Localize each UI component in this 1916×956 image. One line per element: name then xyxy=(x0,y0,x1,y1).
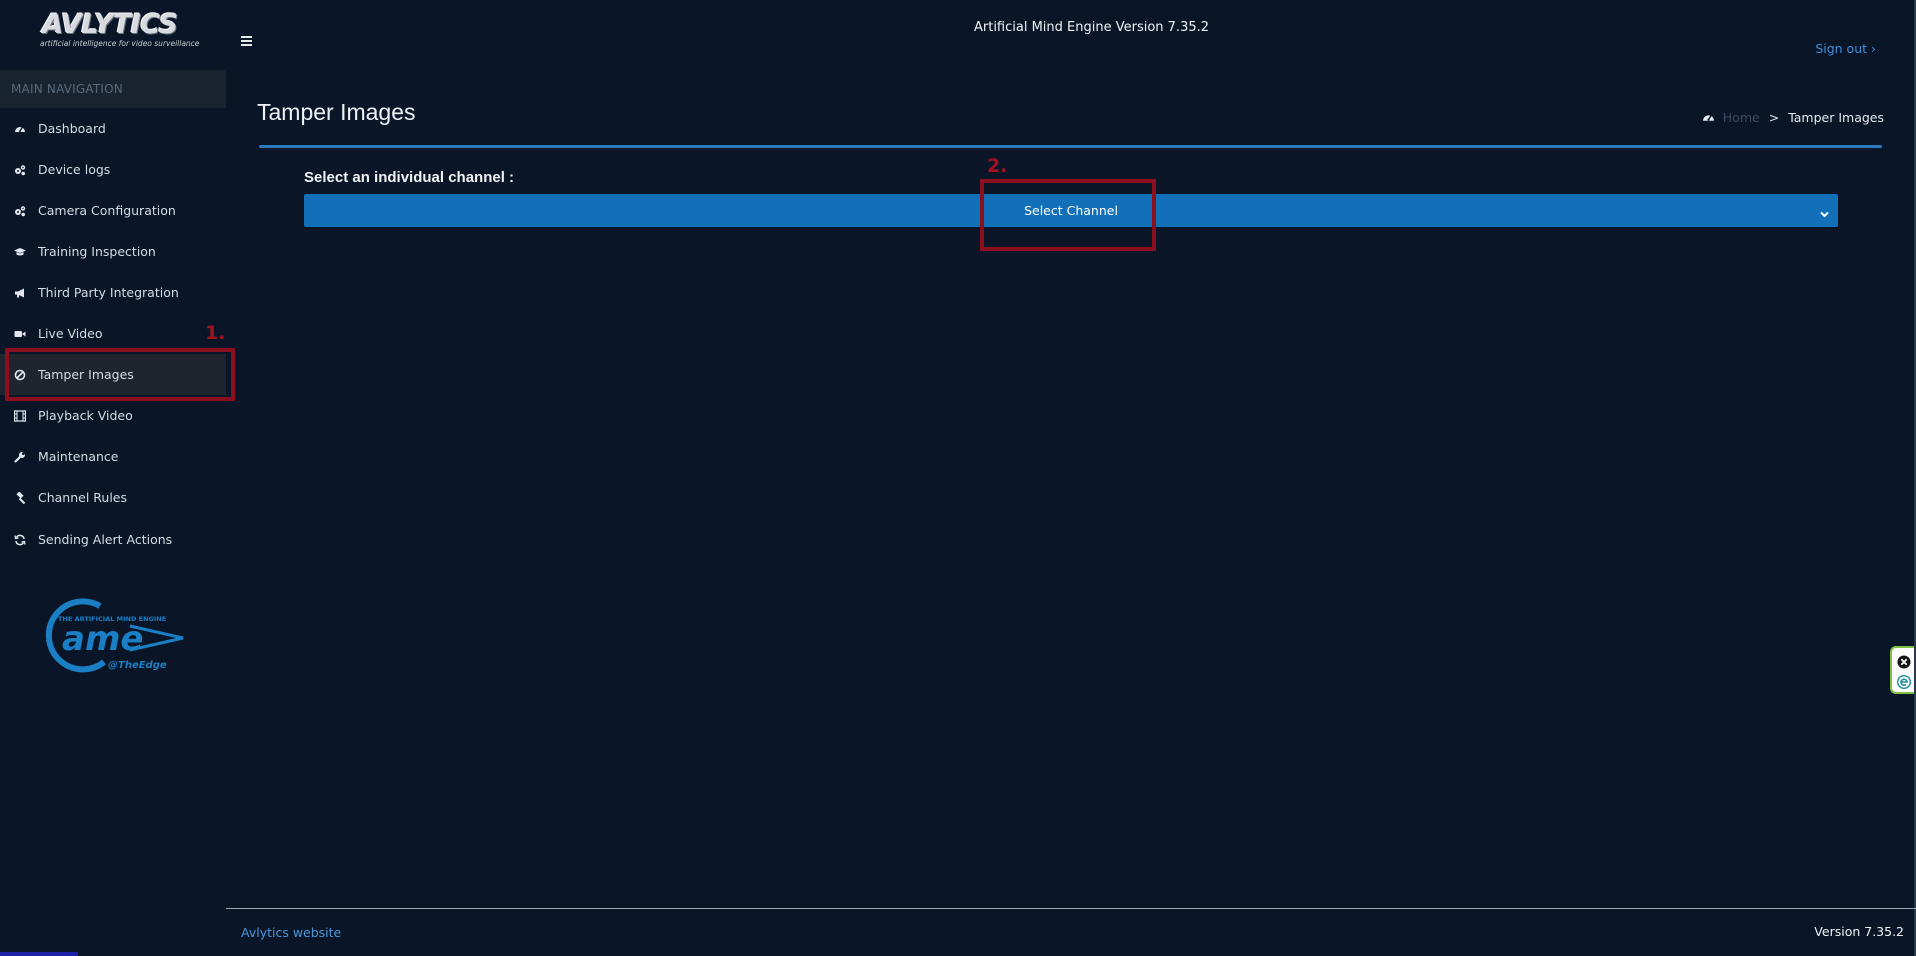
annotation-box-step-2 xyxy=(980,179,1156,251)
sidebar-item-label: Camera Configuration xyxy=(38,203,176,218)
breadcrumb-current: Tamper Images xyxy=(1788,110,1884,125)
signout-link[interactable]: Sign out › xyxy=(1815,41,1876,56)
sidebar-item-device-logs[interactable]: Device logs xyxy=(0,149,226,190)
footer-divider xyxy=(226,908,1916,909)
taskbar-strip xyxy=(0,952,78,956)
sidebar-item-label: Playback Video xyxy=(38,408,133,423)
logo-word: AVLYTICS xyxy=(42,9,178,40)
logo-tagline: artificial intelligence for video survei… xyxy=(40,39,200,48)
sidebar-item-dashboard[interactable]: Dashboard xyxy=(0,108,226,149)
sidebar-item-label: Channel Rules xyxy=(38,490,128,505)
sidebar-item-label: Dashboard xyxy=(38,121,106,136)
close-icon[interactable] xyxy=(1897,654,1911,669)
avlytics-website-link[interactable]: Avlytics website xyxy=(241,925,341,940)
app-page: AVLYTICS artificial intelligence for vid… xyxy=(0,0,1916,956)
bullhorn-icon xyxy=(13,286,27,300)
sidebar-item-label: Training Inspection xyxy=(38,244,156,259)
sidebar-item-playback-video[interactable]: Playback Video xyxy=(0,395,226,436)
ame-logo-sub: @TheEdge xyxy=(108,660,167,671)
annotation-label-step-1: 1. xyxy=(205,322,226,344)
page-title: Tamper Images xyxy=(257,99,416,125)
e-badge-icon[interactable] xyxy=(1896,674,1912,690)
sidebar-toggle-button[interactable] xyxy=(241,36,252,46)
graduation-cap-icon xyxy=(13,245,27,259)
gears-icon xyxy=(13,163,27,177)
header-divider xyxy=(259,145,1882,148)
sidebar-item-sending-alert-actions[interactable]: Sending Alert Actions xyxy=(0,519,226,560)
sidebar-item-camera-configuration[interactable]: Camera Configuration xyxy=(0,190,226,231)
app-version-title: Artificial Mind Engine Version 7.35.2 xyxy=(973,20,1210,35)
video-camera-icon xyxy=(13,327,27,341)
dashboard-icon xyxy=(13,122,27,136)
film-icon xyxy=(13,409,27,423)
ame-logo: THE ARTIFICIAL MIND ENGINE ame @TheEdge xyxy=(38,596,186,676)
sidebar-item-label: Device logs xyxy=(38,162,111,177)
sidebar-item-maintenance[interactable]: Maintenance xyxy=(0,436,226,477)
sidebar-item-training-inspection[interactable]: Training Inspection xyxy=(0,231,226,272)
avlytics-logo[interactable]: AVLYTICS artificial intelligence for vid… xyxy=(40,9,200,50)
footer-version: Version 7.35.2 xyxy=(1814,924,1904,939)
sidebar-item-label: Maintenance xyxy=(38,449,119,464)
sidebar-item-label: Third Party Integration xyxy=(38,285,179,300)
sidebar-item-channel-rules[interactable]: Channel Rules xyxy=(0,477,226,518)
sidebar: AVLYTICS artificial intelligence for vid… xyxy=(0,0,226,956)
refresh-icon xyxy=(13,533,27,547)
edge-widget[interactable] xyxy=(1890,646,1916,694)
dashboard-icon xyxy=(1702,111,1715,124)
sidebar-item-third-party-integration[interactable]: Third Party Integration xyxy=(0,272,226,313)
breadcrumb-separator: > xyxy=(1768,110,1780,125)
nav-header: MAIN NAVIGATION xyxy=(0,70,226,108)
chevron-down-icon xyxy=(1819,205,1830,218)
wrench-icon xyxy=(13,450,27,464)
sidebar-item-label: Live Video xyxy=(38,326,103,341)
gears-icon xyxy=(13,204,27,218)
breadcrumb-home-link[interactable]: Home xyxy=(1723,110,1760,125)
breadcrumb: Home > Tamper Images xyxy=(1702,110,1884,125)
channel-select-label: Select an individual channel : xyxy=(304,169,515,186)
annotation-box-step-1 xyxy=(5,348,235,401)
sidebar-item-label: Sending Alert Actions xyxy=(38,532,173,547)
annotation-label-step-2: 2. xyxy=(987,155,1008,177)
gavel-icon xyxy=(13,491,27,505)
